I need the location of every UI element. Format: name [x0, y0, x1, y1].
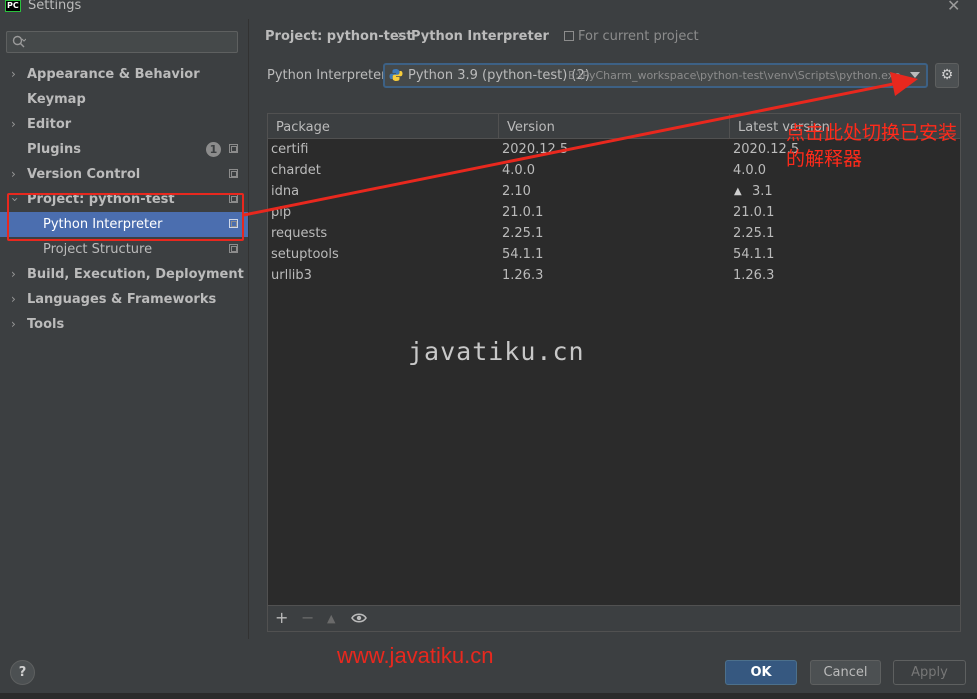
table-row[interactable]: idna 2.10 ▲ 3.1 [268, 182, 960, 203]
title-bar [0, 0, 977, 15]
sidebar-item-label: Languages & Frameworks [27, 292, 217, 307]
sidebar-item-editor[interactable]: › Editor [0, 112, 248, 137]
sidebar-item-label: Version Control [27, 167, 141, 182]
sidebar-item-label: Keymap [27, 92, 86, 107]
package-version: 1.26.3 [502, 268, 544, 283]
package-name: pip [271, 205, 292, 220]
ok-button[interactable]: OK [725, 660, 797, 685]
sidebar-item-build[interactable]: › Build, Execution, Deployment [0, 262, 248, 287]
column-header-version[interactable]: Version [507, 120, 555, 135]
package-latest: 3.1 [752, 184, 773, 199]
package-version: 21.0.1 [502, 205, 544, 220]
help-button[interactable]: ? [10, 660, 35, 685]
chevron-right-icon: › [11, 167, 16, 181]
table-row[interactable]: requests 2.25.1 2.25.1 [268, 224, 960, 245]
chevron-right-icon: › [11, 292, 16, 306]
project-scope-icon [229, 144, 238, 153]
package-latest: 1.26.3 [733, 268, 775, 283]
sidebar-item-label: Editor [27, 117, 72, 132]
search-icon [12, 35, 26, 48]
breadcrumb-project[interactable]: Project: python-test [265, 29, 413, 44]
project-scope-icon [229, 169, 238, 178]
sidebar-item-version-control[interactable]: › Version Control [0, 162, 248, 187]
table-row[interactable]: setuptools 54.1.1 54.1.1 [268, 245, 960, 266]
page-title: Python Interpreter [411, 29, 549, 44]
bottom-strip [0, 693, 977, 699]
table-row[interactable]: urllib3 1.26.3 1.26.3 [268, 266, 960, 287]
scope-note: For current project [578, 29, 699, 44]
watermark-url: www.javatiku.cn [337, 643, 494, 668]
sidebar-item-appearance[interactable]: › Appearance & Behavior [0, 62, 248, 87]
sidebar-item-label: Tools [27, 317, 65, 332]
project-scope-icon [564, 31, 574, 41]
chevron-right-icon: › [11, 317, 16, 331]
annotation-text: 点击此处切换已安装的解释器 [786, 122, 958, 170]
table-row[interactable]: pip 21.0.1 21.0.1 [268, 203, 960, 224]
package-version: 54.1.1 [502, 247, 544, 262]
package-latest: 21.0.1 [733, 205, 775, 220]
sidebar-item-label: Plugins [27, 142, 81, 157]
interpreter-name: Python 3.9 (python-test) (2) [408, 68, 590, 83]
update-count-badge: 1 [206, 142, 221, 157]
package-name: idna [271, 184, 300, 199]
eye-icon[interactable] [351, 612, 367, 624]
annotation-highlight-box [7, 193, 244, 241]
divider [248, 19, 249, 639]
gear-icon[interactable]: ⚙ [935, 63, 959, 88]
package-latest: 4.0.0 [733, 163, 767, 178]
package-name: setuptools [271, 247, 339, 262]
remove-package-button[interactable]: − [301, 608, 314, 627]
sidebar-item-keymap[interactable]: Keymap [0, 87, 248, 112]
package-name: urllib3 [271, 268, 312, 283]
interpreter-label: Python Interpreter: [267, 68, 391, 83]
chevron-right-icon: › [11, 67, 16, 81]
search-input[interactable] [6, 31, 238, 53]
package-version: 2.10 [502, 184, 531, 199]
package-version: 2.25.1 [502, 226, 544, 241]
sidebar-item-tools[interactable]: › Tools [0, 312, 248, 337]
package-latest: 2.25.1 [733, 226, 775, 241]
upgrade-available-icon: ▲ [734, 186, 742, 197]
sidebar-item-label: Appearance & Behavior [27, 67, 200, 82]
breadcrumb-separator: › [397, 28, 403, 43]
package-name: chardet [271, 163, 321, 178]
package-name: requests [271, 226, 328, 241]
column-header-package[interactable]: Package [276, 120, 330, 135]
project-scope-icon [229, 244, 238, 253]
pycharm-logo-icon: PC [5, 0, 21, 12]
sidebar-item-plugins[interactable]: Plugins 1 [0, 137, 248, 162]
sidebar-item-label: Build, Execution, Deployment [27, 267, 244, 282]
cancel-button[interactable]: Cancel [810, 660, 881, 685]
window-title: Settings [28, 0, 82, 13]
column-separator [729, 114, 730, 139]
close-icon[interactable]: ✕ [947, 0, 960, 15]
package-version: 2020.12.5 [502, 142, 569, 157]
interpreter-path: E:\PyCharm_workspace\python-test\venv\Sc… [568, 69, 901, 82]
dropdown-arrow-icon[interactable] [910, 72, 920, 78]
upgrade-package-button[interactable]: ▲ [327, 612, 335, 625]
chevron-right-icon: › [11, 117, 16, 131]
sidebar-item-languages[interactable]: › Languages & Frameworks [0, 287, 248, 312]
package-latest: 54.1.1 [733, 247, 775, 262]
watermark-text: javatiku.cn [408, 337, 585, 366]
python-icon [389, 69, 403, 81]
table-toolbar [268, 605, 960, 631]
add-package-button[interactable]: + [275, 608, 288, 627]
column-separator [498, 114, 499, 139]
package-version: 4.0.0 [502, 163, 536, 178]
chevron-right-icon: › [11, 267, 16, 281]
package-name: certifi [271, 142, 309, 157]
apply-button[interactable]: Apply [893, 660, 966, 685]
